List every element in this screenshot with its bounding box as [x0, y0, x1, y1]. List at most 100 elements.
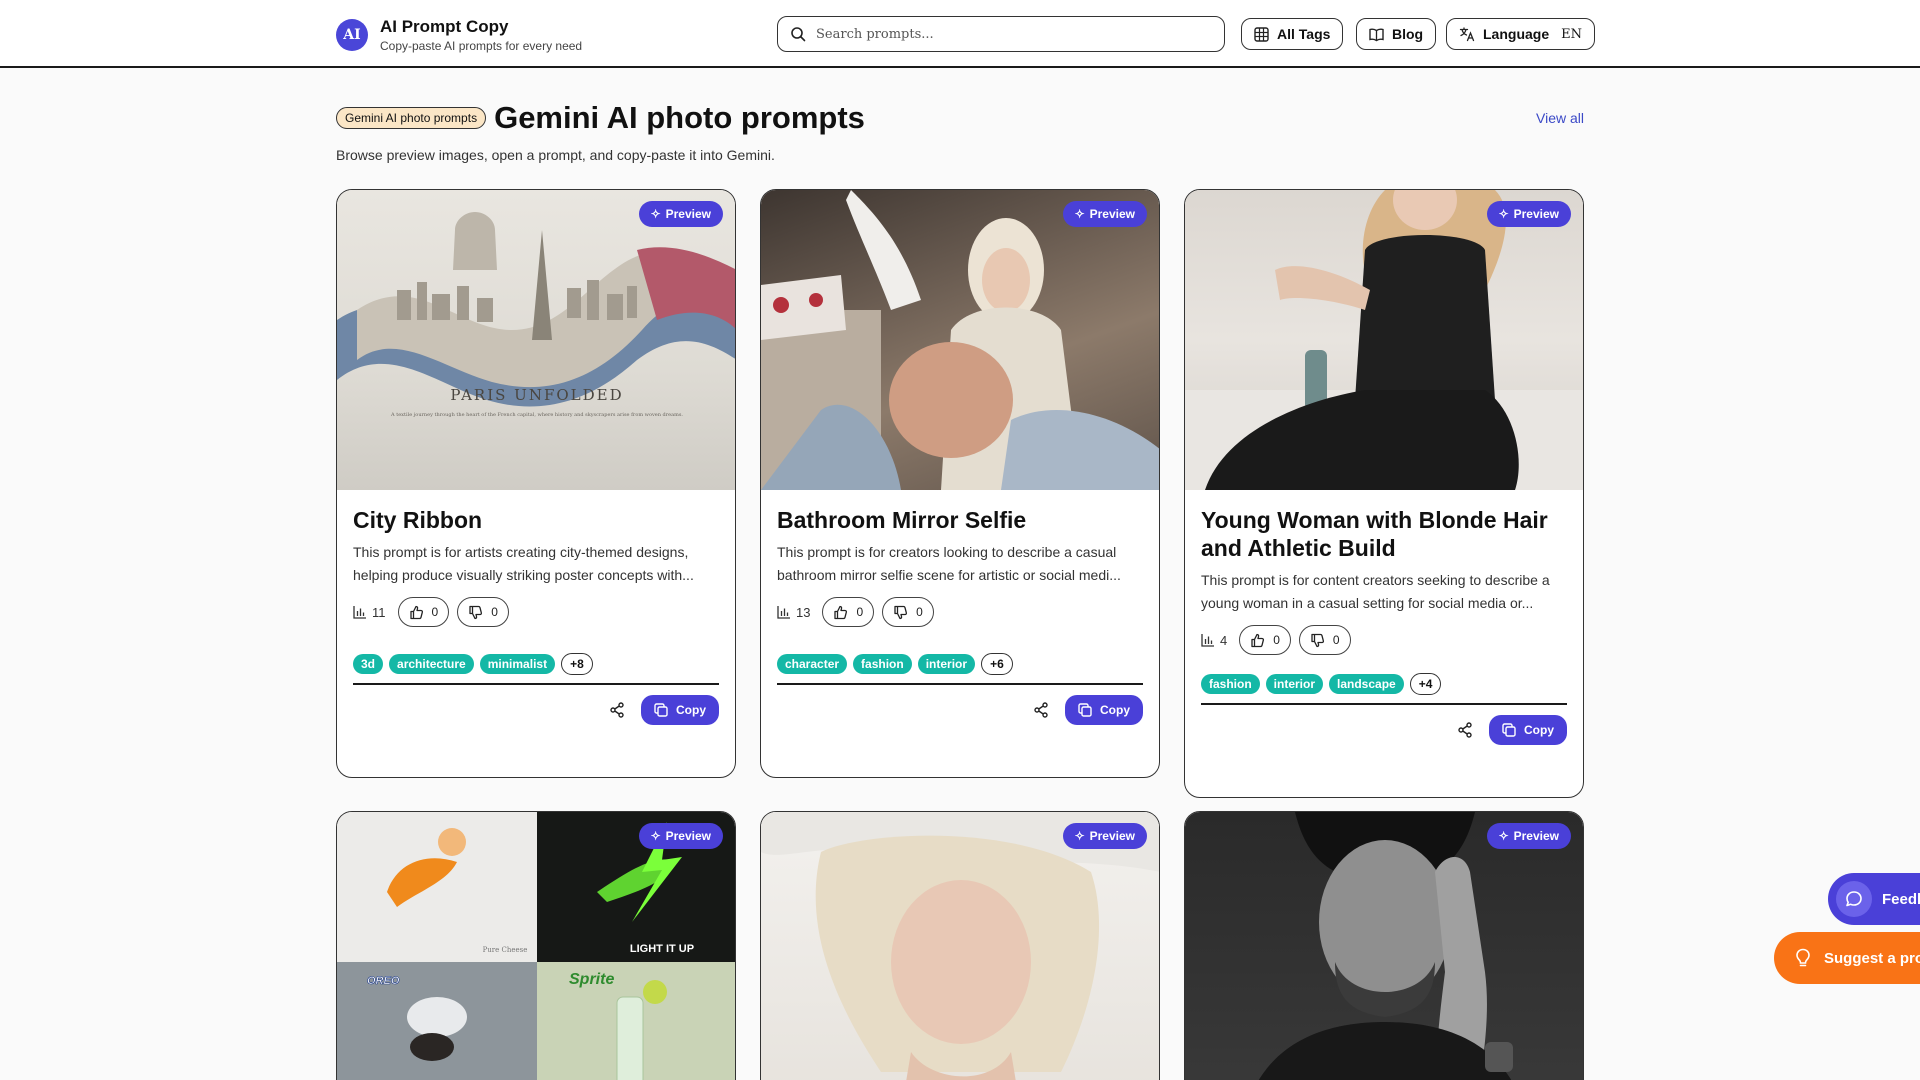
page-title: Gemini AI photo prompts — [494, 100, 865, 135]
prompt-card[interactable]: ✧ Preview — [760, 811, 1160, 1080]
tag[interactable]: 3d — [353, 654, 384, 674]
blog-button[interactable]: Blog — [1356, 18, 1437, 50]
copy-icon — [654, 703, 668, 717]
preview-button[interactable]: ✧ Preview — [1486, 201, 1571, 227]
preview-label: Preview — [665, 829, 711, 843]
share-icon[interactable] — [609, 702, 625, 718]
suggest-prompt-button[interactable]: Suggest a pro — [1774, 932, 1920, 984]
card-title[interactable]: City Ribbon — [353, 506, 719, 534]
copy-button[interactable]: Copy — [641, 695, 719, 725]
card-stats: 13 0 0 — [777, 597, 1143, 627]
like-count: 0 — [856, 605, 864, 619]
woman-photo — [1185, 190, 1583, 490]
share-icon[interactable] — [1457, 722, 1473, 738]
dislike-count: 0 — [916, 605, 923, 619]
share-icon[interactable] — [1033, 702, 1049, 718]
collage-text-4: Sprite — [569, 971, 614, 988]
copy-button[interactable]: Copy — [1489, 715, 1567, 745]
dislike-button[interactable]: 0 — [1298, 625, 1351, 655]
product-collage: Pure Cheese LIGHT IT UP OREO Sprite — [337, 812, 735, 1080]
more-tags-button[interactable]: +6 — [981, 653, 1013, 675]
search-input[interactable] — [816, 26, 1196, 42]
view-count: 11 — [353, 605, 386, 620]
dislike-button[interactable]: 0 — [457, 597, 509, 627]
view-all-link[interactable]: View all — [1536, 110, 1584, 126]
tag-list: fashion interior landscape +4 — [1201, 673, 1567, 705]
preview-label: Preview — [665, 207, 711, 221]
preview-button[interactable]: ✧ Preview — [1062, 201, 1147, 227]
more-tags-button[interactable]: +4 — [1409, 673, 1442, 695]
bar-chart-icon — [1201, 634, 1214, 647]
sparkle-icon: ✧ — [1074, 207, 1085, 221]
prompt-card[interactable]: ✧ Preview Young Woman with Blonde Hair an… — [1184, 189, 1584, 798]
category-chip[interactable]: Gemini AI photo prompts — [336, 107, 487, 129]
card-image[interactable]: ✧ Preview — [1185, 190, 1583, 490]
card-image[interactable]: PARIS UNFOLDED A textile journey through… — [337, 190, 735, 490]
tag[interactable]: landscape — [1329, 674, 1404, 694]
tag[interactable]: minimalist — [479, 654, 556, 674]
tag[interactable]: interior — [1265, 674, 1324, 694]
language-button[interactable]: Language EN — [1446, 18, 1595, 50]
prompt-card[interactable]: Pure Cheese LIGHT IT UP OREO Sprite ✧ Pre… — [336, 811, 736, 1080]
card-image[interactable]: Pure Cheese LIGHT IT UP OREO Sprite ✧ Pre… — [337, 812, 735, 1080]
like-button[interactable]: 0 — [822, 597, 875, 627]
suggest-label: Suggest a pro — [1824, 949, 1920, 967]
brand[interactable]: AI AI Prompt Copy Copy-paste AI prompts … — [336, 17, 582, 53]
preview-button[interactable]: ✧ Preview — [638, 823, 723, 849]
all-tags-label: All Tags — [1277, 26, 1331, 42]
bar-chart-icon — [777, 606, 790, 619]
thumbs-up-icon — [409, 605, 423, 619]
tag[interactable]: fashion — [853, 654, 912, 674]
dislike-count: 0 — [1332, 633, 1340, 647]
prompt-card[interactable]: PARIS UNFOLDED A textile journey through… — [336, 189, 736, 778]
sparkle-icon: ✧ — [650, 207, 661, 221]
book-icon — [1369, 28, 1384, 41]
tag-list: 3d architecture minimalist +8 — [353, 653, 719, 685]
preview-button[interactable]: ✧ Preview — [1486, 823, 1571, 849]
tag[interactable]: architecture — [389, 654, 474, 674]
card-description: This prompt is for creators looking to d… — [777, 544, 1121, 583]
brand-title[interactable]: AI Prompt Copy — [380, 17, 582, 37]
collage-text-2: LIGHT IT UP — [630, 943, 694, 955]
like-button[interactable]: 0 — [397, 597, 450, 627]
tag[interactable]: interior — [917, 654, 976, 674]
view-count: 13 — [777, 605, 810, 620]
card-title[interactable]: Young Woman with Blonde Hair and Athleti… — [1201, 506, 1567, 562]
all-tags-button[interactable]: All Tags — [1241, 18, 1344, 50]
card-description: This prompt is for content creators seek… — [1201, 572, 1550, 611]
preview-label: Preview — [1089, 829, 1135, 843]
more-tags-button[interactable]: +8 — [561, 653, 593, 675]
dislike-button[interactable]: 0 — [882, 597, 934, 627]
copy-icon — [1078, 703, 1092, 717]
grid-icon — [1254, 26, 1269, 42]
logo[interactable]: AI — [336, 19, 368, 51]
section-header: Gemini AI photo prompts Gemini AI photo … — [336, 100, 865, 136]
card-image[interactable]: ✧ Preview — [1185, 812, 1583, 1080]
preview-button[interactable]: ✧ Preview — [1062, 823, 1147, 849]
preview-label: Preview — [1513, 829, 1559, 843]
tag[interactable]: character — [777, 654, 848, 674]
copy-button[interactable]: Copy — [1065, 695, 1143, 725]
blog-label: Blog — [1392, 26, 1424, 42]
view-count-value: 11 — [372, 604, 386, 620]
view-count-value: 13 — [796, 604, 811, 620]
view-count-value: 4 — [1220, 632, 1228, 648]
collage-text-1: Pure Cheese — [483, 946, 528, 954]
card-title[interactable]: Bathroom Mirror Selfie — [777, 506, 1143, 534]
copy-label: Copy — [676, 703, 706, 717]
search-box[interactable] — [777, 16, 1225, 52]
card-image[interactable]: ✧ Preview — [761, 190, 1159, 490]
section-description: Browse preview images, open a prompt, an… — [336, 147, 775, 163]
prompt-card[interactable]: ✧ Preview — [1184, 811, 1584, 1080]
image-caption: A textile journey through the heart of t… — [390, 412, 683, 418]
prompt-card[interactable]: ✧ Preview Bathroom Mirror Selfie This pro… — [760, 189, 1160, 778]
card-image[interactable]: ✧ Preview — [761, 812, 1159, 1080]
thumbs-up-icon — [1251, 633, 1265, 647]
feedback-button[interactable]: Feedb — [1828, 873, 1920, 925]
preview-button[interactable]: ✧ Preview — [638, 201, 723, 227]
thumbs-down-icon — [894, 605, 908, 619]
portrait-photo — [761, 812, 1159, 1080]
tag[interactable]: fashion — [1201, 674, 1260, 694]
chat-bubble-icon — [1836, 881, 1872, 917]
like-button[interactable]: 0 — [1239, 625, 1291, 655]
